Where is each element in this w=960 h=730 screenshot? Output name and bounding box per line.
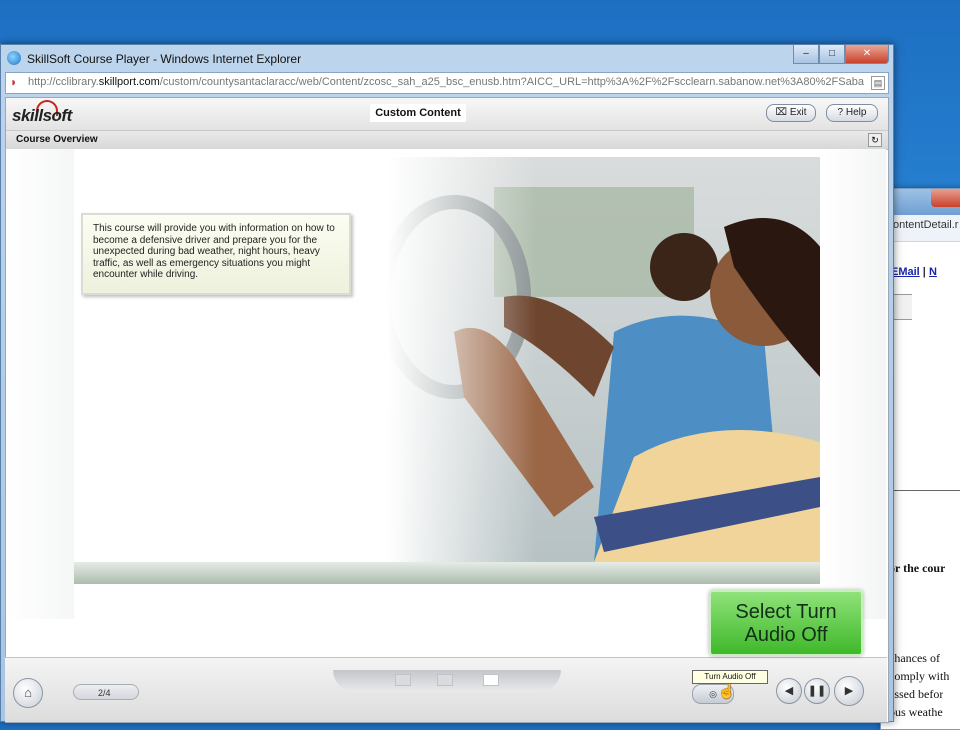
intro-text-box: This course will provide you with inform… [81,213,351,295]
instruction-callout: Select Turn Audio Off [709,590,863,656]
address-bar[interactable]: ◗ http://cclibrary.skillport.com/custom/… [5,72,889,94]
page-icon: ◗ [10,75,18,89]
background-text-line: comply with [889,669,950,683]
minimize-button[interactable]: – [793,45,819,64]
background-heading-fragment: or the cour [889,561,946,575]
image-footer-bar [74,562,820,584]
url-path: /custom/countysantaclaracc/web/Content/z… [159,76,864,88]
stage-right-margin [824,149,886,619]
content-stage: This course will provide you with inform… [6,149,886,663]
email-link[interactable]: EMail [891,266,920,278]
audio-icon: ◎ [709,689,717,699]
previous-button[interactable]: ◀ [776,678,802,704]
media-tray [333,670,561,692]
help-icon: ? [837,107,844,118]
help-label: Help [845,107,867,118]
section-bar: Course Overview ↻ [6,131,888,150]
content-title: Custom Content [370,104,466,122]
next-link[interactable]: N [929,266,937,278]
home-button[interactable]: ⌂ [13,678,43,708]
link-separator: | [922,266,926,278]
player-header: skillsoft Custom Content ⌧ Exit ? Help [6,98,888,131]
pause-icon: ❚❚ [807,685,827,697]
exit-button[interactable]: ⌧ Exit [766,104,816,122]
exit-label: Exit [789,107,807,118]
page-indicator: 2/4 [73,684,139,700]
exit-icon: ⌧ [775,107,788,118]
section-options-icon[interactable]: ↻ [868,133,882,147]
callout-line-2: Audio Off [744,624,828,646]
tray-button[interactable] [483,674,499,686]
home-icon: ⌂ [24,685,32,700]
tray-button[interactable] [437,674,453,686]
audio-tooltip: Turn Audio Off [692,670,768,684]
url-prefix: http://cclibrary. [28,76,99,88]
url-domain: skillport.com [98,76,160,88]
window-title: SkillSoft Course Player - Windows Intern… [27,52,302,66]
skillsoft-logo: skillsoft [12,106,72,125]
maximize-button[interactable]: □ [819,45,845,64]
callout-line-1: Select Turn [735,601,837,623]
player-controls: ⌂ 2/4 [5,657,887,722]
compatibility-view-icon[interactable]: ▤ [871,76,885,90]
pause-button[interactable]: ❚❚ [804,678,830,704]
tray-button[interactable] [395,674,411,686]
background-divider [889,490,960,491]
internet-explorer-icon [7,51,21,65]
window-titlebar[interactable]: SkillSoft Course Player - Windows Intern… [1,45,893,71]
window-controls: – □ ✕ [793,45,889,64]
background-text-line: ous weathe [889,705,943,719]
next-button[interactable]: ▶ [834,676,864,706]
mouse-cursor-icon: ☝ [718,683,736,699]
background-tab[interactable] [893,294,912,320]
intro-text: This course will provide you with inform… [93,223,335,280]
address-url[interactable]: http://cclibrary.skillport.com/custom/co… [28,76,868,88]
help-button[interactable]: ? Help [826,104,878,122]
background-text-line: chances of [889,651,940,665]
next-icon: ▶ [844,685,854,697]
section-title: Course Overview [16,134,98,145]
stage-left-margin [6,149,74,619]
close-button[interactable]: ✕ [845,45,889,64]
background-close-button[interactable] [931,189,960,207]
background-text-line: essed befor [889,687,944,701]
previous-icon: ◀ [784,685,794,697]
